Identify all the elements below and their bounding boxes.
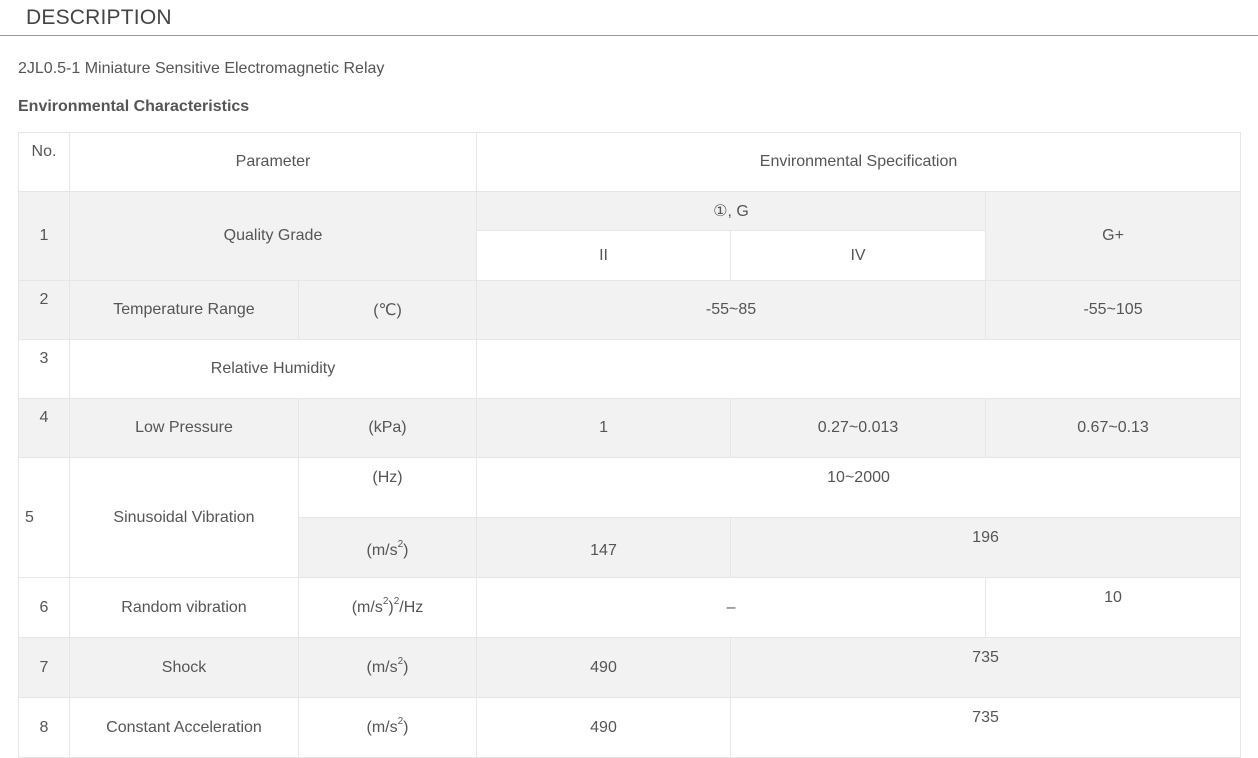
value-j-g: -55~85 xyxy=(476,280,987,340)
table-row: 3 Relative Humidity xyxy=(18,339,1242,399)
value-g-plus: -55~105 xyxy=(985,280,1242,340)
row-no: 3 xyxy=(18,339,70,399)
row-parameter: Temperature Range xyxy=(69,280,299,340)
grade-g-plus: G+ xyxy=(985,191,1242,281)
row-unit: (Hz) xyxy=(297,457,478,518)
row-parameter: Constant Acceleration xyxy=(69,697,299,758)
header-parameter: Parameter xyxy=(68,132,478,192)
row-no: 8 xyxy=(18,697,70,758)
row-no: 6 xyxy=(18,577,70,638)
table-row: 7 Shock (m/s2) 490 735 xyxy=(18,637,1242,698)
row-parameter: Shock xyxy=(69,637,299,698)
table-row: 1 Quality Grade ①, G G+ xyxy=(18,190,1242,281)
header-environmental-specification: Environmental Specification xyxy=(476,132,1242,192)
value-g-plus: 0.67~0.13 xyxy=(985,398,1242,458)
row-parameter: Random vibration xyxy=(69,577,299,638)
row-parameter: Relative Humidity xyxy=(68,339,478,399)
grade-iv: IV xyxy=(730,230,987,281)
value-iv-g-plus: 735 xyxy=(730,637,1242,698)
row-unit: (m/s2) xyxy=(297,637,478,698)
value-ii: 1 xyxy=(476,398,732,458)
value-iv-g-plus: 735 xyxy=(730,697,1242,758)
table-row: 4 Low Pressure (kPa) 1 0.27~0.013 0.67~0… xyxy=(18,398,1242,458)
row-parameter: Low Pressure xyxy=(69,398,299,458)
description-heading: DESCRIPTION xyxy=(26,6,172,29)
value-g-plus: 10 xyxy=(985,577,1242,638)
grade-ii: II xyxy=(476,230,732,281)
row-unit: (℃) xyxy=(297,280,478,340)
value-empty xyxy=(476,339,1242,399)
value-iv-g-plus: 196 xyxy=(730,517,1242,578)
row-unit: (kPa) xyxy=(297,398,478,458)
environmental-characteristics-table: No. Parameter Environmental Specificatio… xyxy=(18,132,1242,758)
table-row: 6 Random vibration (m/s2)2/Hz – 10 xyxy=(18,577,1242,638)
row-unit: (m/s2) xyxy=(297,517,478,578)
value-ii: 147 xyxy=(476,517,732,578)
value-iv: 0.27~0.013 xyxy=(730,398,987,458)
row-no: 4 xyxy=(18,398,70,458)
row-unit: (m/s2)2/Hz xyxy=(297,577,478,638)
value-ii: 490 xyxy=(476,697,732,758)
value-j-g: – xyxy=(476,577,987,638)
table-row: 8 Constant Acceleration (m/s2) 490 735 xyxy=(18,697,1242,758)
row-no: 5 xyxy=(18,457,70,578)
table-row: 5 Sinusoidal Vibration (Hz) 10~2000 xyxy=(18,457,1242,578)
section-title: Environmental Characteristics xyxy=(18,98,250,115)
table-header-row: No. Parameter Environmental Specificatio… xyxy=(18,132,1242,192)
value-ii: 490 xyxy=(476,637,732,698)
row-unit: (m/s2) xyxy=(297,697,478,758)
header-no: No. xyxy=(18,132,70,192)
row-no: 1 xyxy=(18,191,70,281)
value-frequency: 10~2000 xyxy=(476,457,1242,518)
table-row: 2 Temperature Range (℃) -55~85 -55~105 xyxy=(18,280,1242,340)
grade-jg: ①, G xyxy=(476,190,987,232)
row-no: 7 xyxy=(18,637,70,698)
row-parameter: Sinusoidal Vibration xyxy=(69,457,299,578)
description-header: DESCRIPTION xyxy=(0,0,1258,36)
row-parameter: Quality Grade xyxy=(68,191,478,281)
product-title: 2JL0.5-1 Miniature Sensitive Electromagn… xyxy=(18,60,385,77)
row-no: 2 xyxy=(18,280,70,340)
